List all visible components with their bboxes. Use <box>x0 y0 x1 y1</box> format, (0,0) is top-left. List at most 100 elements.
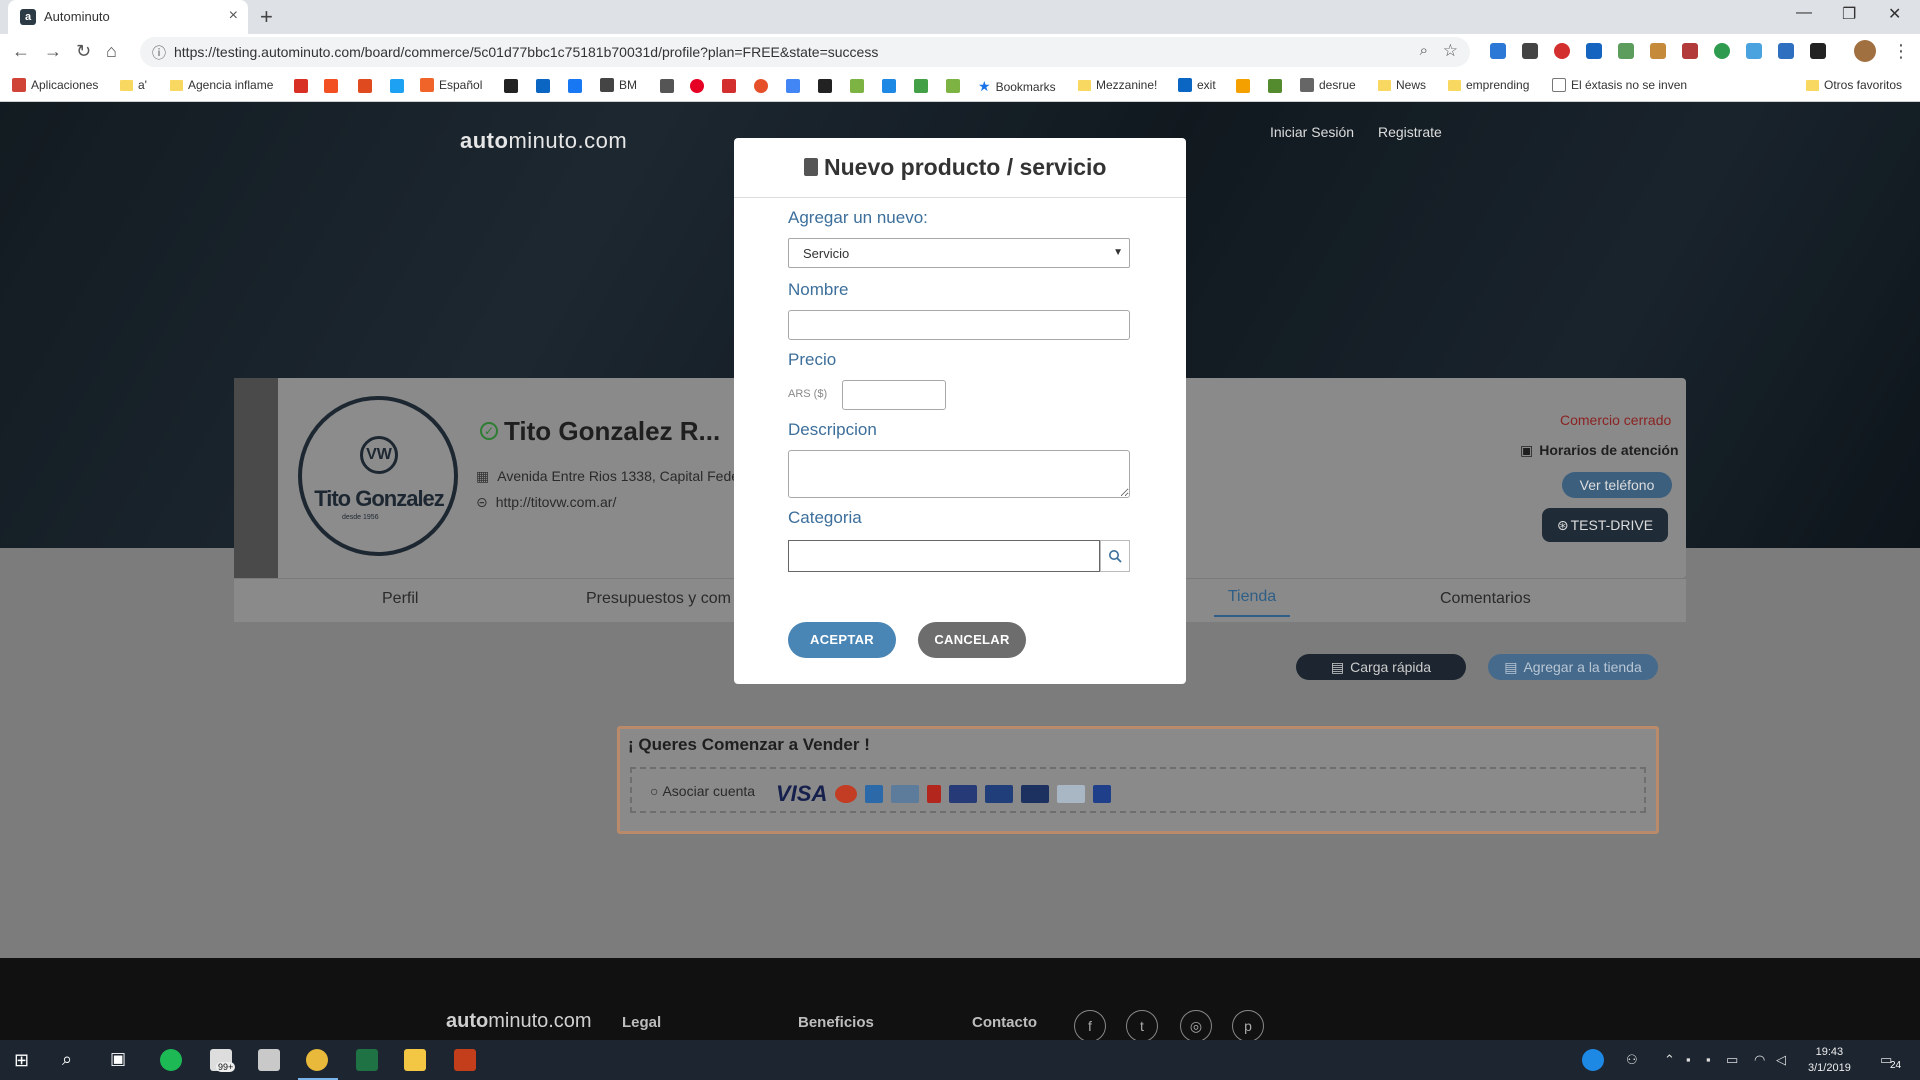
tab-comentarios[interactable]: Comentarios <box>1440 590 1531 608</box>
site-info-icon[interactable]: ⓘ <box>152 43 166 63</box>
quick-load-button[interactable]: ▤ Carga rápida <box>1296 654 1466 680</box>
opera-extension-icon[interactable] <box>1554 43 1570 59</box>
bookmark-other-favorites[interactable]: Otros favoritos <box>1806 78 1902 92</box>
wifi-icon[interactable]: ◠ <box>1754 1052 1765 1068</box>
battery-icon[interactable]: ▭ <box>1726 1052 1738 1068</box>
link-account-radio[interactable]: ○ Asociar cuenta <box>650 783 755 799</box>
description-textarea[interactable] <box>788 450 1130 498</box>
pinterest-icon[interactable]: p <box>1232 1010 1264 1042</box>
tray-app-icon[interactable]: ▪ <box>1686 1052 1691 1067</box>
bookmark-icon[interactable] <box>660 79 674 93</box>
restore-icon[interactable]: ❐ <box>1842 4 1856 24</box>
chrome-menu-icon[interactable]: ⋮ <box>1892 41 1910 62</box>
bookmark-icon[interactable] <box>914 79 928 93</box>
instagram-icon[interactable]: ◎ <box>1180 1010 1212 1042</box>
pinterest-icon[interactable] <box>690 79 704 93</box>
tray-expand-icon[interactable]: ⌃ <box>1664 1052 1675 1068</box>
bookmark-icon[interactable] <box>504 79 518 93</box>
close-window-icon[interactable]: ✕ <box>1888 4 1901 24</box>
twitter-icon[interactable] <box>390 79 404 93</box>
excel-icon[interactable] <box>356 1049 378 1071</box>
category-search-button[interactable] <box>1100 540 1130 572</box>
bookmark-espanol[interactable]: Español <box>420 78 482 92</box>
name-input[interactable] <box>788 310 1130 340</box>
minimize-icon[interactable]: — <box>1796 4 1812 22</box>
tab-perfil[interactable]: Perfil <box>382 590 418 608</box>
tab-presupuestos[interactable]: Presupuestos y com <box>586 590 731 608</box>
register-link[interactable]: Registrate <box>1378 124 1442 140</box>
gmail-icon[interactable] <box>294 79 308 93</box>
bookmark-bm[interactable]: BM <box>600 78 637 92</box>
category-input[interactable] <box>788 540 1100 572</box>
bookmark-exit[interactable]: exit <box>1178 78 1216 92</box>
close-tab-icon[interactable]: × <box>229 7 238 25</box>
bookmark-icon[interactable] <box>818 79 832 93</box>
bookmark-icon[interactable] <box>850 79 864 93</box>
home-icon[interactable]: ⌂ <box>106 41 117 62</box>
bookmark-icon[interactable] <box>1268 79 1282 93</box>
chrome-icon[interactable] <box>306 1049 328 1071</box>
linkedin-icon[interactable] <box>536 79 550 93</box>
tray-app-icon[interactable]: ▪ <box>1706 1052 1711 1067</box>
bookmark-icon[interactable] <box>1236 79 1250 93</box>
browser-tab[interactable]: a Autominuto × <box>8 0 248 34</box>
translate-icon[interactable] <box>786 79 800 93</box>
file-explorer-icon[interactable] <box>404 1049 426 1071</box>
bookmark-icon[interactable] <box>882 79 896 93</box>
task-view-icon[interactable]: ▣ <box>110 1049 126 1069</box>
bookmark-star-icon[interactable]: ☆ <box>1443 41 1458 61</box>
bookmark-icon[interactable] <box>722 79 736 93</box>
download-extension-icon[interactable] <box>1490 43 1506 59</box>
accept-button[interactable]: ACEPTAR <box>788 622 896 658</box>
zoom-icon[interactable]: ⌕ <box>1420 42 1428 59</box>
extension-icon[interactable] <box>1778 43 1794 59</box>
opening-hours[interactable]: ▣ Horarios de atención <box>1520 442 1679 459</box>
sound-extension-icon[interactable] <box>1810 43 1826 59</box>
forward-icon[interactable]: → <box>44 41 62 62</box>
system-clock[interactable]: 19:43 3/1/2019 <box>1808 1044 1851 1076</box>
profile-avatar-icon[interactable] <box>1854 40 1876 62</box>
twitter-icon[interactable]: t <box>1126 1010 1158 1042</box>
site-logo[interactable]: autominuto.com <box>460 128 627 154</box>
search-icon[interactable]: ⌕ <box>62 1049 72 1070</box>
footer-logo[interactable]: autominuto.com <box>446 1010 592 1033</box>
bookmark-folder[interactable]: Agencia inflame <box>170 78 273 92</box>
cloud-extension-icon[interactable] <box>1746 43 1762 59</box>
powerpoint-icon[interactable] <box>454 1049 476 1071</box>
bookmark-folder[interactable]: a' <box>120 78 147 92</box>
cancel-button[interactable]: CANCELAR <box>918 622 1026 658</box>
bookmark-icon[interactable] <box>754 79 768 93</box>
spotify-icon[interactable] <box>160 1049 182 1071</box>
bookmark-apps[interactable]: Aplicaciones <box>12 78 98 92</box>
pocket-extension-icon[interactable] <box>1522 43 1538 59</box>
business-website[interactable]: ⊝ http://titovw.com.ar/ <box>476 494 616 511</box>
add-to-store-button[interactable]: ▤ Agregar a la tienda <box>1488 654 1658 680</box>
facebook-icon[interactable]: f <box>1074 1010 1106 1042</box>
bookmark-desrue[interactable]: desrue <box>1300 78 1356 92</box>
price-input[interactable] <box>842 380 946 410</box>
evernote-extension-icon[interactable] <box>1714 43 1730 59</box>
login-link[interactable]: Iniciar Sesión <box>1270 124 1354 140</box>
bookmark-icon[interactable] <box>946 79 960 93</box>
extension-icon[interactable] <box>1682 43 1698 59</box>
type-select[interactable]: Servicio ▼ <box>788 238 1130 268</box>
bookmark-page[interactable]: El éxtasis no se inven <box>1552 78 1687 92</box>
bookmark-folder[interactable]: Mezzanine! <box>1078 78 1157 92</box>
reload-icon[interactable]: ↻ <box>76 41 91 62</box>
back-icon[interactable]: ← <box>12 41 30 62</box>
bookmark-folder[interactable]: emprending <box>1448 78 1529 92</box>
view-phone-button[interactable]: Ver teléfono <box>1562 472 1672 498</box>
app-icon[interactable] <box>258 1049 280 1071</box>
volume-icon[interactable]: ◁ <box>1776 1052 1786 1068</box>
test-drive-button[interactable]: ⊛ TEST-DRIVE <box>1542 508 1668 542</box>
extension-icon[interactable] <box>1650 43 1666 59</box>
windows-start-icon[interactable]: ⊞ <box>14 1050 29 1071</box>
bookmark-icon[interactable] <box>358 79 372 93</box>
bookmark-folder-news[interactable]: News <box>1378 78 1426 92</box>
microsoft-icon[interactable] <box>324 79 338 93</box>
tab-tienda[interactable]: Tienda <box>1214 588 1290 617</box>
v-extension-icon[interactable] <box>1586 43 1602 59</box>
people-icon[interactable]: ⚇ <box>1626 1052 1638 1068</box>
new-tab-icon[interactable]: + <box>260 4 273 30</box>
facebook-icon[interactable] <box>568 79 582 93</box>
